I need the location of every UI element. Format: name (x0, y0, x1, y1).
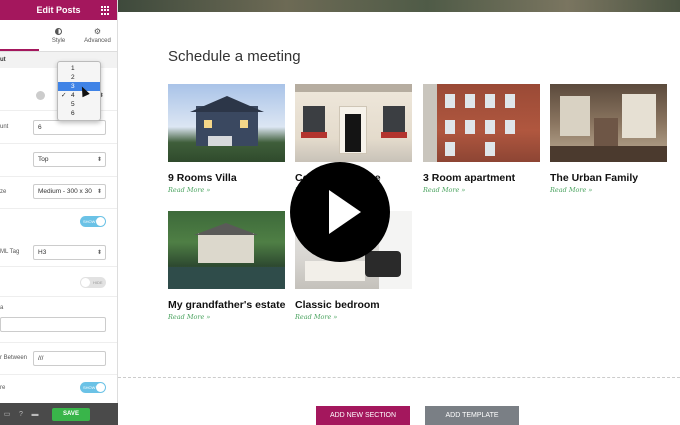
tab-style-label: Style (51, 37, 66, 44)
add-template-button[interactable]: ADD TEMPLATE (425, 406, 519, 425)
read-more-link[interactable]: Read More » (168, 313, 285, 321)
dropdown-option[interactable]: 2 (58, 73, 100, 82)
divider (0, 208, 117, 209)
show-title-toggle[interactable]: SHOW (80, 216, 106, 227)
checkmark-icon: ✓ (61, 92, 67, 99)
dropdown-option[interactable]: 1 (58, 64, 100, 73)
divider (0, 176, 117, 177)
section-heading: Schedule a meeting (168, 48, 301, 65)
read-more-link[interactable]: Read More » (550, 186, 667, 194)
dropdown-option[interactable]: 5 (58, 100, 100, 109)
meta-label: a (0, 305, 4, 311)
save-button[interactable]: SAVE (52, 407, 90, 421)
post-card: The Urban Family Read More » (550, 84, 667, 194)
posts-count-input[interactable]: 6 (33, 120, 106, 135)
post-thumbnail-urban-family[interactable] (550, 84, 667, 162)
meta-input[interactable] (0, 317, 106, 332)
panel-tabs: Style ⚙ Advanced (0, 20, 117, 52)
folder-icon[interactable]: ▬ (28, 403, 42, 425)
header-image-strip (118, 0, 680, 12)
separator-input[interactable]: /// (33, 351, 106, 366)
help-icon[interactable]: ? (14, 403, 28, 425)
divider (0, 296, 117, 297)
post-thumbnail-apartment[interactable] (423, 84, 540, 162)
panel-footer: ▭ ? ▬ SAVE (0, 403, 118, 425)
panel-title: Edit Posts (36, 5, 81, 15)
tab-content[interactable] (0, 20, 39, 51)
read-more-link[interactable]: Read More » (295, 313, 412, 321)
post-card: 9 Rooms Villa Read More » (168, 84, 285, 194)
image-size-select[interactable]: Medium - 300 x 30 (33, 184, 106, 199)
divider (0, 143, 117, 144)
post-thumbnail-estate[interactable] (168, 211, 285, 289)
show-excerpt-toggle[interactable]: HIDE (80, 277, 106, 288)
dropdown-option-checked[interactable]: ✓ 4 (58, 91, 100, 100)
image-position-select[interactable]: Top (33, 152, 106, 167)
dropdown-option[interactable]: 6 (58, 109, 100, 118)
divider (0, 266, 117, 267)
panel-header: Edit Posts (0, 0, 117, 20)
post-thumbnail-villa[interactable] (168, 84, 285, 162)
section-divider (118, 377, 680, 378)
divider (0, 374, 117, 375)
read-more-link[interactable]: Read More » (168, 186, 285, 194)
widgets-grid-icon[interactable] (101, 6, 110, 15)
tab-advanced-label: Advanced (84, 37, 111, 44)
read-more-link[interactable]: Read More » (423, 186, 540, 194)
post-title[interactable]: Classic bedroom (295, 299, 412, 311)
add-new-section-button[interactable]: ADD NEW SECTION (316, 406, 410, 425)
responsive-mode-icon[interactable]: ▭ (0, 403, 14, 425)
gear-icon: ⚙ (93, 26, 102, 36)
tab-advanced[interactable]: ⚙ Advanced (78, 20, 117, 51)
post-thumbnail-townhouse[interactable] (295, 84, 412, 162)
title-tag-select[interactable]: H3 (33, 245, 106, 260)
page-canvas: Schedule a meeting 9 Rooms Villa Read Mo… (118, 12, 680, 425)
post-title[interactable]: 9 Rooms Villa (168, 172, 285, 184)
video-play-button[interactable] (290, 162, 390, 262)
post-title[interactable]: 3 Room apartment (423, 172, 540, 184)
post-title[interactable]: My grandfather's estate (168, 299, 285, 311)
divider (0, 342, 117, 343)
show-read-more-toggle[interactable]: SHOW (80, 382, 106, 393)
post-title[interactable]: The Urban Family (550, 172, 667, 184)
half-circle-icon (55, 27, 62, 35)
post-card: 3 Room apartment Read More » (423, 84, 540, 194)
tab-style[interactable]: Style (39, 20, 78, 51)
post-card: My grandfather's estate Read More » (168, 211, 285, 321)
